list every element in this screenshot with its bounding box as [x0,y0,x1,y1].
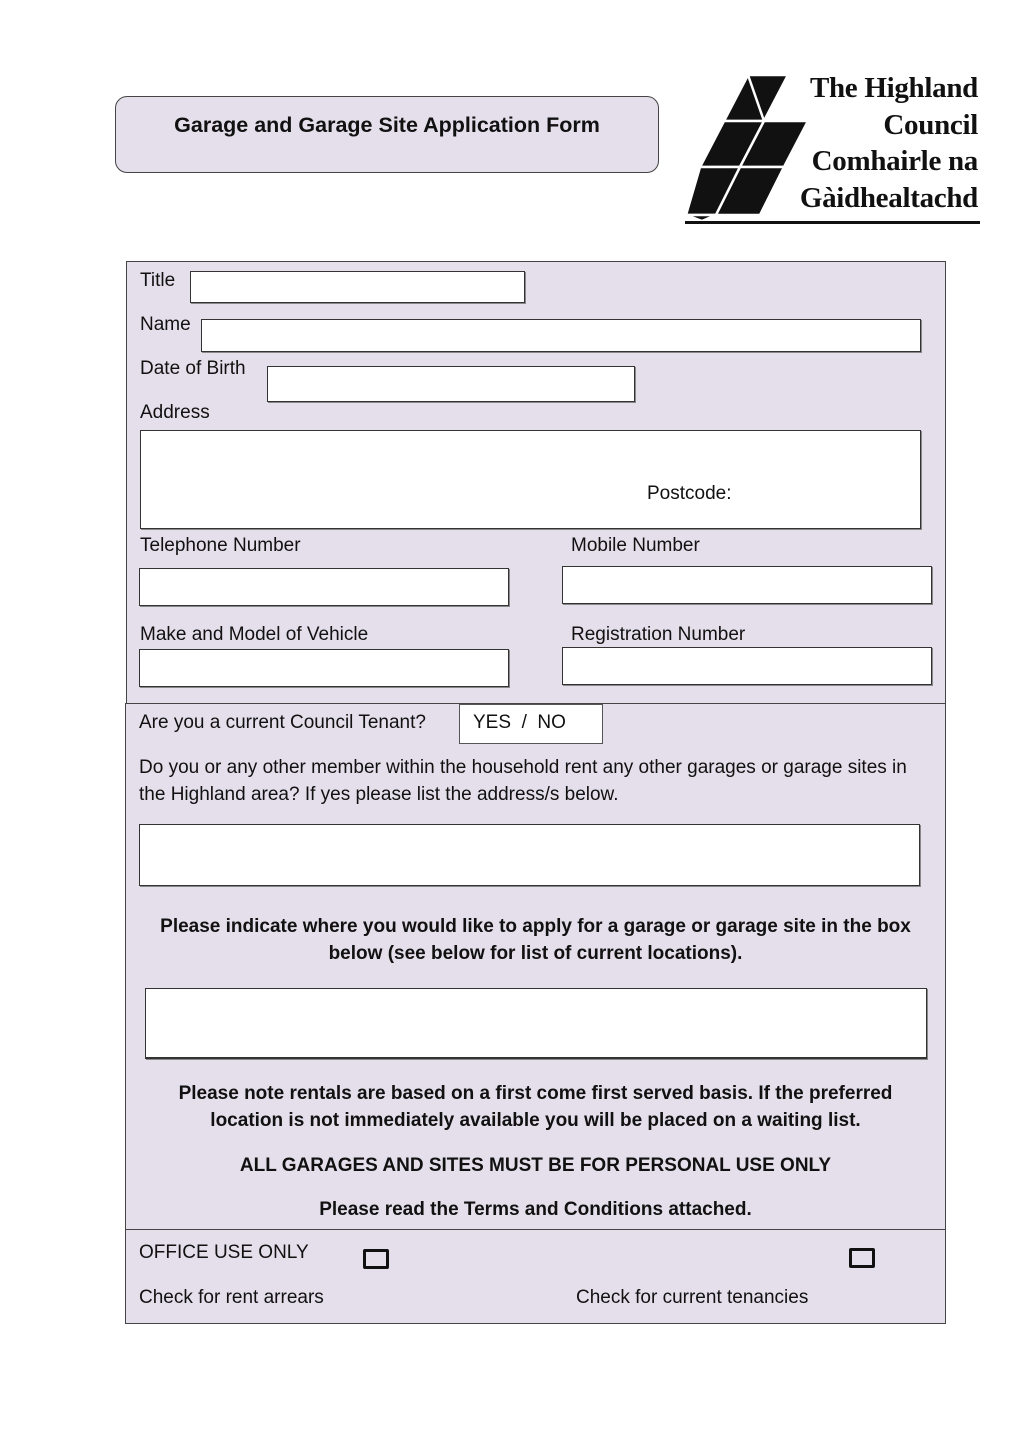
vehicle-input[interactable] [139,649,509,687]
postcode-label: Postcode: [647,483,732,504]
terms-note: Please read the Terms and Conditions att… [319,1199,752,1220]
title-label: Title [140,270,176,291]
logo-text: The Highland Council Comhairle na Gàidhe… [800,70,978,216]
vehicle-label: Make and Model of Vehicle [140,624,369,645]
dob-label: Date of Birth [140,358,246,379]
tenancy-panel: Are you a current Council Tenant? YES / … [125,703,946,1230]
logo-line: Council [883,108,978,141]
tenant-question: Are you a current Council Tenant? [139,712,426,733]
logo-line: Gàidhealtachd [799,181,978,214]
address-label: Address [140,402,210,423]
mobile-label: Mobile Number [571,535,700,556]
logo-line: The Highland [809,72,978,104]
form-title-box: Garage and Garage Site Application Form [115,96,659,173]
rent-arrears-checkbox[interactable] [363,1249,389,1269]
current-tenancies-label: Check for current tenancies [576,1287,809,1308]
personal-details-panel: Title Name Date of Birth Address Postcod… [126,261,946,704]
name-label: Name [140,314,191,335]
office-use-heading: OFFICE USE ONLY [139,1242,309,1263]
telephone-input[interactable] [139,568,509,606]
dob-input[interactable] [267,366,635,402]
highland-council-triangles-logo-icon [684,73,811,223]
telephone-label: Telephone Number [140,535,301,556]
title-input[interactable] [190,271,525,303]
personal-use-note: ALL GARAGES AND SITES MUST BE FOR PERSON… [239,1155,832,1176]
current-tenancies-checkbox[interactable] [849,1248,875,1268]
name-input[interactable] [201,319,921,352]
other-rentals-question: Do you or any other member within the ho… [139,757,907,805]
council-logo: The Highland Council Comhairle na Gàidhe… [684,70,980,226]
form-title: Garage and Garage Site Application Form [174,113,600,137]
rental-note: Please note rentals are based on a first… [178,1083,893,1131]
registration-label: Registration Number [571,624,746,645]
rent-arrears-label: Check for rent arrears [139,1287,324,1308]
logo-underline [685,221,980,224]
other-rentals-input[interactable] [139,824,920,886]
tenant-yes-no-field[interactable]: YES / NO [459,704,603,744]
location-instruction: Please indicate where you would like to … [160,916,911,964]
location-input[interactable] [145,988,927,1059]
office-use-panel: OFFICE USE ONLY Check for rent arrears C… [125,1229,946,1324]
mobile-input[interactable] [562,566,932,604]
address-input[interactable]: Postcode: [140,430,921,529]
registration-input[interactable] [562,647,932,685]
logo-line: Comhairle na [811,145,979,177]
